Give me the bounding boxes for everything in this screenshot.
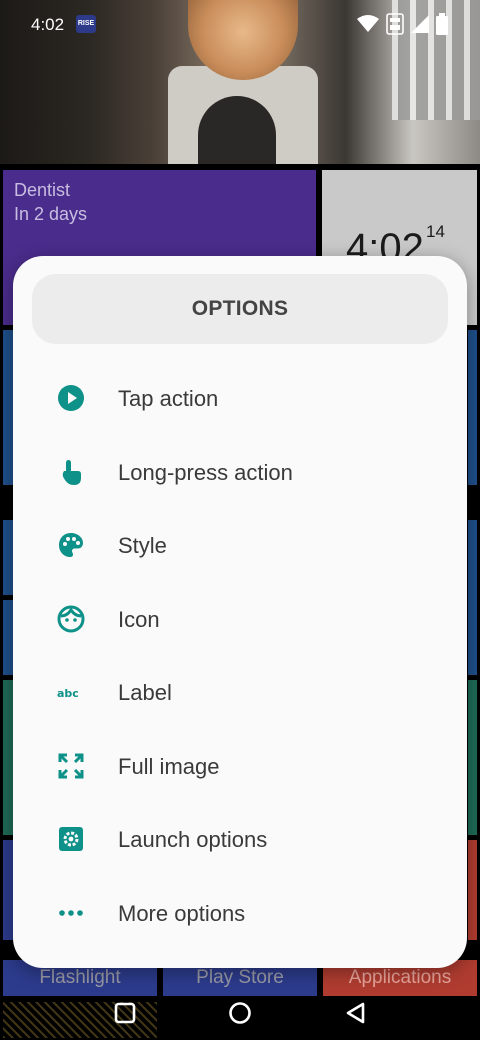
recents-button[interactable] — [114, 1002, 136, 1024]
option-full-image[interactable]: Full image — [13, 730, 467, 800]
more-horiz-icon — [59, 910, 83, 916]
option-more-options[interactable]: More options — [13, 877, 467, 947]
option-label: Launch options — [118, 827, 268, 852]
app-tile[interactable] — [468, 330, 477, 485]
volte-icon — [386, 13, 404, 35]
signal-icon — [411, 15, 429, 33]
clock-seconds: 14 — [426, 222, 445, 241]
app-tile[interactable] — [468, 680, 477, 835]
touch-hand-icon — [62, 460, 81, 485]
dialog-title: OPTIONS — [32, 274, 448, 344]
options-dialog: OPTIONS Tap action Long-press action Sty… — [13, 256, 467, 968]
cat-house-opening — [198, 96, 276, 164]
status-bar: 4:02 RISE — [0, 0, 480, 50]
option-label: Tap action — [118, 386, 219, 411]
option-launch-options[interactable]: Launch options — [13, 803, 467, 873]
play-circle-icon — [58, 385, 84, 411]
option-icon[interactable]: Icon — [13, 583, 467, 653]
event-due: In 2 days — [14, 204, 88, 224]
option-label: More options — [118, 901, 246, 926]
wifi-icon — [357, 15, 379, 32]
back-button[interactable] — [344, 1001, 366, 1025]
home-button[interactable] — [228, 1001, 252, 1025]
rise-app-badge: RISE — [76, 15, 96, 33]
option-style[interactable]: Style — [13, 509, 467, 579]
option-label-setting[interactable]: abc Label — [13, 656, 467, 726]
app-tile[interactable] — [468, 520, 477, 675]
option-label: Icon — [118, 607, 160, 632]
face-icon — [57, 605, 85, 633]
settings-icon — [59, 827, 83, 851]
option-label: Long-press action — [118, 460, 293, 485]
svg-text:abc: abc — [57, 687, 79, 700]
event-title: Dentist — [14, 180, 71, 200]
option-tap-action[interactable]: Tap action — [13, 362, 467, 432]
option-label: Style — [118, 533, 167, 558]
option-long-press-action[interactable]: Long-press action — [13, 436, 467, 506]
option-label: Full image — [118, 754, 220, 779]
status-time: 4:02 — [31, 15, 65, 34]
app-tile[interactable] — [468, 840, 477, 940]
palette-icon — [59, 533, 83, 557]
battery-icon — [436, 13, 448, 35]
abc-icon: abc — [57, 687, 79, 700]
option-label: Label — [118, 680, 172, 705]
fullscreen-icon — [58, 753, 84, 779]
